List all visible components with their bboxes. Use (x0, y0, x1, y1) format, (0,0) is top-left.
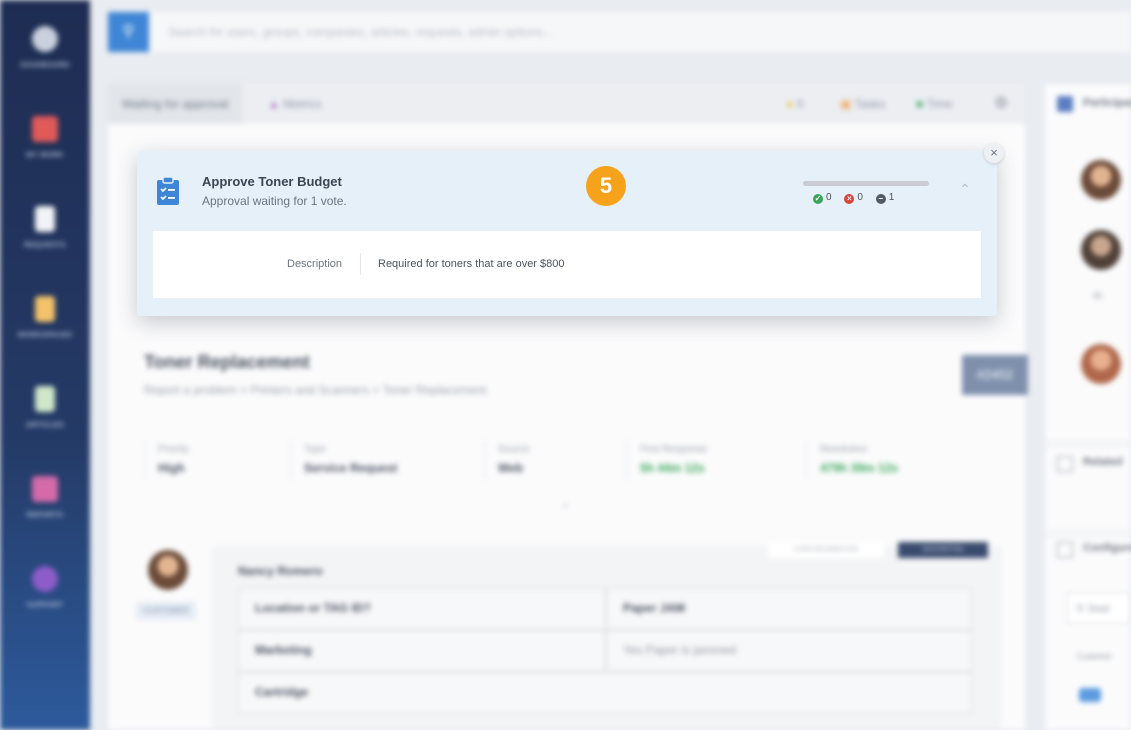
article-icon (35, 386, 55, 412)
minus-circle-icon: − (875, 194, 886, 204)
avatar[interactable] (1081, 160, 1121, 200)
sidebar-item-my-work[interactable]: MY WORK (0, 116, 90, 186)
avatar[interactable] (1081, 344, 1121, 384)
tab-approvals-count[interactable]: ● 0 (772, 84, 817, 124)
tasks-icon: ▣ (840, 97, 852, 111)
breadcrumb: Report a problem > Printers and Scanners… (144, 383, 487, 397)
pending-votes: −1 (875, 192, 894, 204)
chevron-up-icon[interactable]: ⌃ (560, 502, 570, 516)
vote-progress-bar (803, 181, 929, 186)
zoom-label: m (1093, 290, 1103, 302)
settings-gear-icon[interactable]: ⚙ (980, 84, 1022, 124)
lock-document-icon (35, 296, 55, 322)
metrics-icon: ▲ (268, 97, 280, 111)
tab-waiting-for-approval[interactable]: Waiting for approval (108, 84, 243, 124)
participants-card: Participants m (1045, 84, 1131, 440)
ticket-tabs: Waiting for approval ▲ Metrics ● 0 ▣ Tas… (108, 84, 1025, 124)
configure-icon (1057, 542, 1073, 558)
form-field-value: Yes Paper is jammed (606, 630, 972, 672)
gauge-icon (32, 26, 58, 52)
avatar (148, 550, 188, 590)
search-icon[interactable]: ⚲ (108, 12, 149, 52)
meta-divider (626, 440, 627, 480)
search-input[interactable]: Search for users, groups, companies, art… (168, 25, 553, 39)
approval-title: Approve Toner Budget (202, 174, 342, 189)
meta-divider (290, 440, 291, 480)
form-field-value: Paper JAM (606, 588, 972, 630)
clipboard-checklist-icon (157, 176, 179, 205)
description-tag: DESCRIPTION (898, 542, 988, 558)
approved-votes: ✓ 0 (813, 192, 832, 204)
meta-divider (144, 440, 145, 480)
customer-label: Customer (1077, 652, 1112, 661)
support-icon (32, 566, 58, 592)
search-icon: ⚲ (1076, 603, 1085, 615)
star-icon: ● (786, 97, 794, 111)
right-side-panel: Participants m Related Configure ⚲ Sear … (1045, 84, 1131, 730)
vote-counts: ✓ 0 × 0 −1 (813, 192, 904, 204)
approval-status-text: Approval waiting for 1 vote. (202, 194, 347, 208)
sidebar-item-reports[interactable]: REPORTS (0, 476, 90, 546)
x-circle-icon: × (844, 194, 855, 204)
work-list-icon (32, 116, 58, 142)
meta-type: Type Service Request (304, 444, 398, 475)
description-value: Required for toners that are over $800 (378, 258, 565, 270)
check-circle-icon: ✓ (813, 194, 823, 204)
avatar[interactable] (1081, 230, 1121, 270)
rejected-votes: × 0 (844, 192, 863, 204)
tab-tasks[interactable]: ▣ Tasks (826, 84, 899, 124)
ticket-title: Toner Replacement (144, 352, 310, 372)
approval-details: Description Required for toners that are… (153, 231, 981, 298)
sidebar: DASHBOARD MY WORK REQUESTS WORKSPACES AR… (0, 0, 90, 730)
meta-resolution: Resolution 479h 39m 12s (820, 444, 899, 475)
sidebar-item-support[interactable]: SUPPORT (0, 566, 90, 636)
chart-icon (32, 476, 58, 502)
meta-source: Source Web (498, 444, 530, 475)
customer-role-tag: CUSTOMER (136, 602, 196, 620)
document-icon (35, 206, 55, 232)
global-search-bar[interactable]: ⚲ Search for users, groups, companies, a… (108, 12, 1131, 52)
sidebar-item-dashboard[interactable]: DASHBOARD (0, 26, 90, 96)
form-field-label: Location or TAG ID? (238, 588, 606, 630)
configure-card: Configure ⚲ Sear Customer (1045, 538, 1131, 730)
sidebar-item-requests[interactable]: REQUESTS (0, 206, 90, 276)
form-field-label: Marketing (238, 630, 606, 672)
description-label: Description (287, 258, 343, 270)
meta-first-response: First Response 5h 44m 12s (640, 444, 708, 475)
related-card: Related (1045, 448, 1131, 530)
message-author: Nancy Romero (238, 564, 323, 578)
step-number-badge: 5 (586, 166, 626, 206)
configuration-search-input[interactable]: ⚲ Sear (1067, 592, 1131, 624)
monitor-icon[interactable] (1079, 688, 1101, 702)
tab-metrics[interactable]: ▲ Metrics (254, 84, 336, 124)
sidebar-item-workspaces[interactable]: WORKSPACES (0, 296, 90, 366)
chevron-up-icon[interactable]: ⌃ (957, 182, 973, 196)
close-icon[interactable]: × (984, 143, 1004, 163)
participants-icon (1057, 96, 1073, 112)
conversation-message: A FEW SECONDS AGO DESCRIPTION Nancy Rome… (212, 542, 1002, 730)
ticket-number-badge: #2452 (962, 355, 1028, 395)
time-icon: ■ (916, 97, 924, 111)
meta-divider (484, 440, 485, 480)
timestamp-button[interactable]: A FEW SECONDS AGO (768, 542, 884, 558)
meta-divider (806, 440, 807, 480)
sidebar-item-articles[interactable]: ARTICLES (0, 386, 90, 456)
approval-card: Approve Toner Budget Approval waiting fo… (137, 143, 1004, 316)
meta-priority: Priority High (158, 444, 190, 475)
detail-divider (360, 253, 361, 275)
form-field-label: Cartridge (238, 672, 972, 714)
tab-time[interactable]: ■ Time (902, 84, 967, 124)
related-icon (1057, 456, 1073, 472)
background-app: DASHBOARD MY WORK REQUESTS WORKSPACES AR… (0, 0, 1131, 730)
